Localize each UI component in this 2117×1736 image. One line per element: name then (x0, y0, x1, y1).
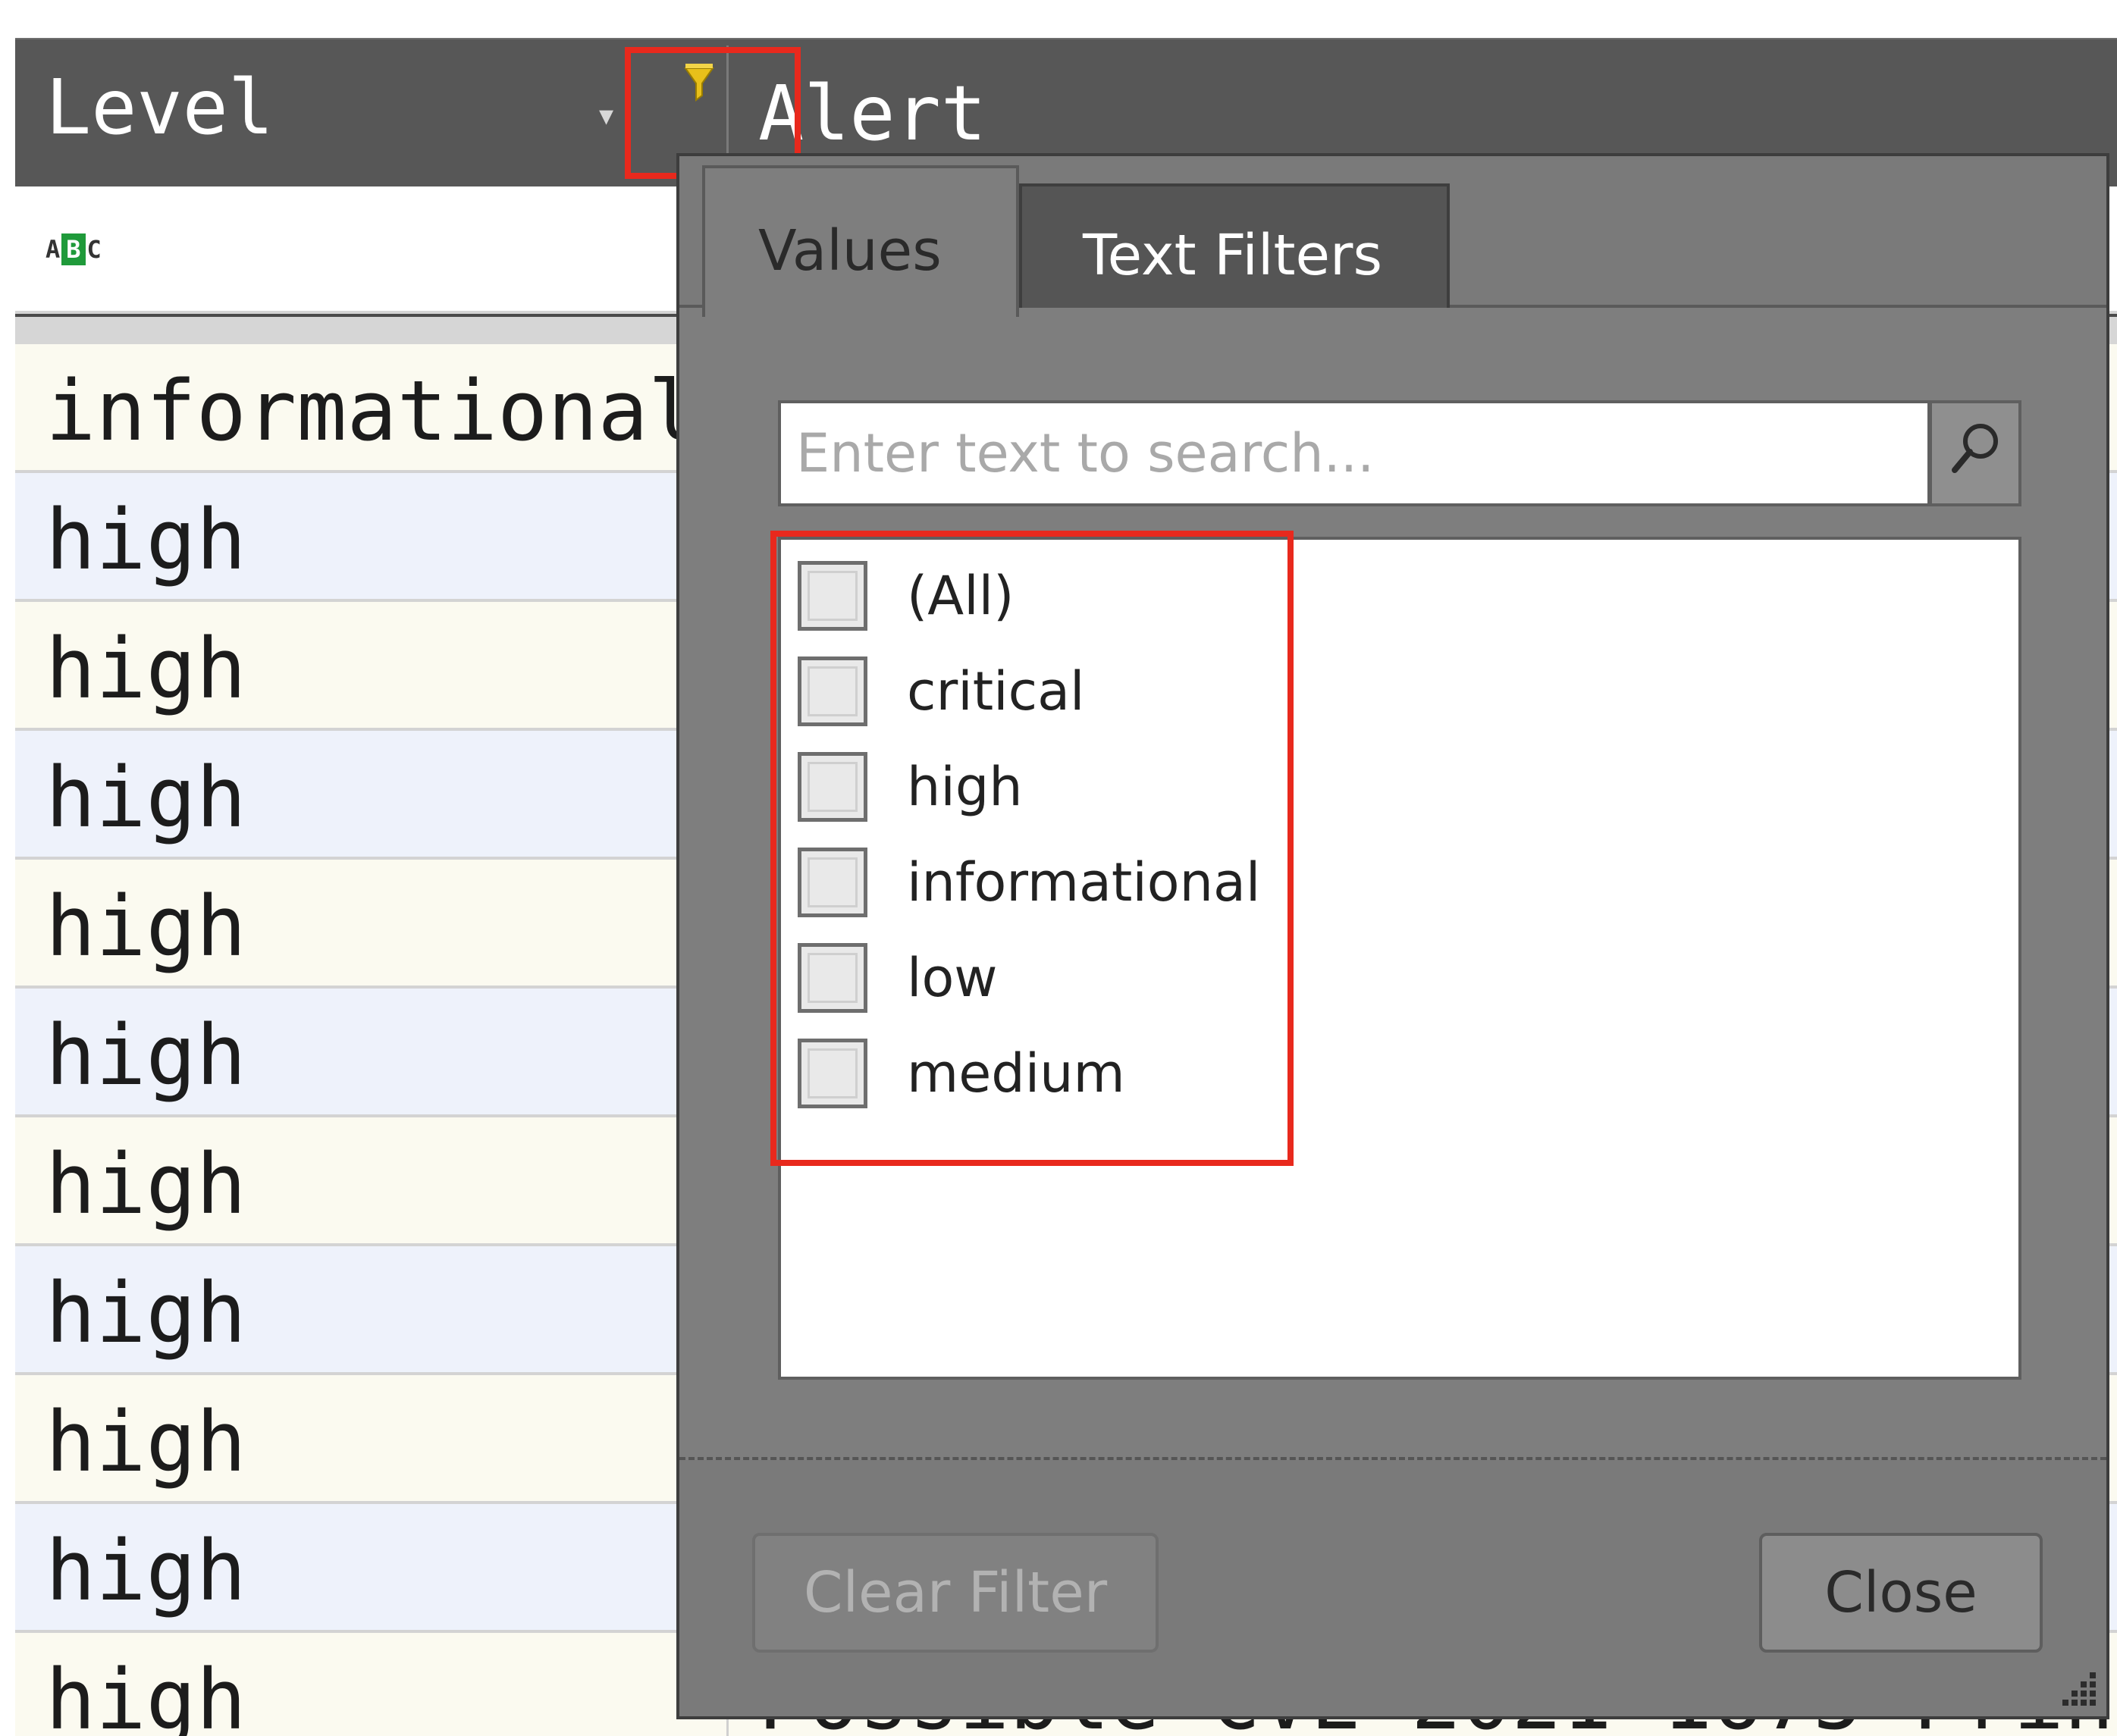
cell-level: high (45, 749, 246, 846)
cell-level: informational (45, 362, 698, 459)
search-input[interactable] (796, 403, 1903, 503)
cell-level: high (45, 1136, 246, 1233)
clear-filter-button[interactable]: Clear Filter (752, 1533, 1159, 1653)
tab-strip: Text Filters Values (679, 156, 2106, 317)
cell-level: high (45, 1393, 246, 1490)
checkbox[interactable] (798, 848, 867, 917)
cell-level: high (45, 491, 246, 588)
checkbox[interactable] (798, 943, 867, 1013)
tab-text-filters[interactable]: Text Filters (1019, 183, 1450, 308)
list-item-label: critical (907, 660, 1085, 722)
list-item-all[interactable]: (All) (798, 558, 1014, 634)
list-item-label: high (907, 756, 1023, 818)
list-item-informational[interactable]: informational (798, 844, 1260, 920)
alerts-grid: Level ▾ Alert A B C informational high h… (15, 38, 2117, 1736)
search-button[interactable] (1929, 400, 2021, 506)
cell-level: high (45, 878, 246, 975)
resize-grip-icon[interactable] (2053, 1663, 2102, 1712)
cell-level: high (45, 620, 246, 717)
tab-values[interactable]: Values (702, 165, 1019, 317)
cell-level: high (45, 1651, 246, 1736)
cell-level: high (45, 1522, 246, 1619)
column-header-level[interactable]: Level (45, 70, 274, 146)
list-item-low[interactable]: low (798, 940, 998, 1016)
list-item-critical[interactable]: critical (798, 653, 1084, 729)
abc-filter-icon-b: B (61, 233, 86, 265)
checkbox[interactable] (798, 752, 867, 822)
abc-filter-icon-a: A (45, 235, 61, 264)
checkbox[interactable] (798, 1039, 867, 1108)
checkbox[interactable] (798, 561, 867, 631)
sort-arrow-icon[interactable]: ▾ (599, 99, 613, 132)
cell-level: high (45, 1007, 246, 1104)
search-box (778, 400, 1930, 506)
checkbox[interactable] (798, 656, 867, 726)
abc-filter-icon-c: C (86, 235, 102, 264)
cell-level: high (45, 1264, 246, 1362)
list-item-medium[interactable]: medium (798, 1036, 1125, 1111)
close-button[interactable]: Close (1759, 1533, 2043, 1653)
column-filter-popup: Text Filters Values (All) critical hi (676, 153, 2109, 1719)
abc-filter-icon[interactable]: A B C (45, 233, 102, 265)
list-item-label: low (907, 947, 998, 1009)
list-item-label: informational (907, 851, 1261, 913)
values-list: (All) critical high informational low me… (778, 537, 2021, 1380)
list-item-high[interactable]: high (798, 749, 1023, 825)
search-icon (1952, 424, 1998, 473)
list-item-label: medium (907, 1042, 1125, 1105)
list-item-label: (All) (907, 565, 1015, 627)
